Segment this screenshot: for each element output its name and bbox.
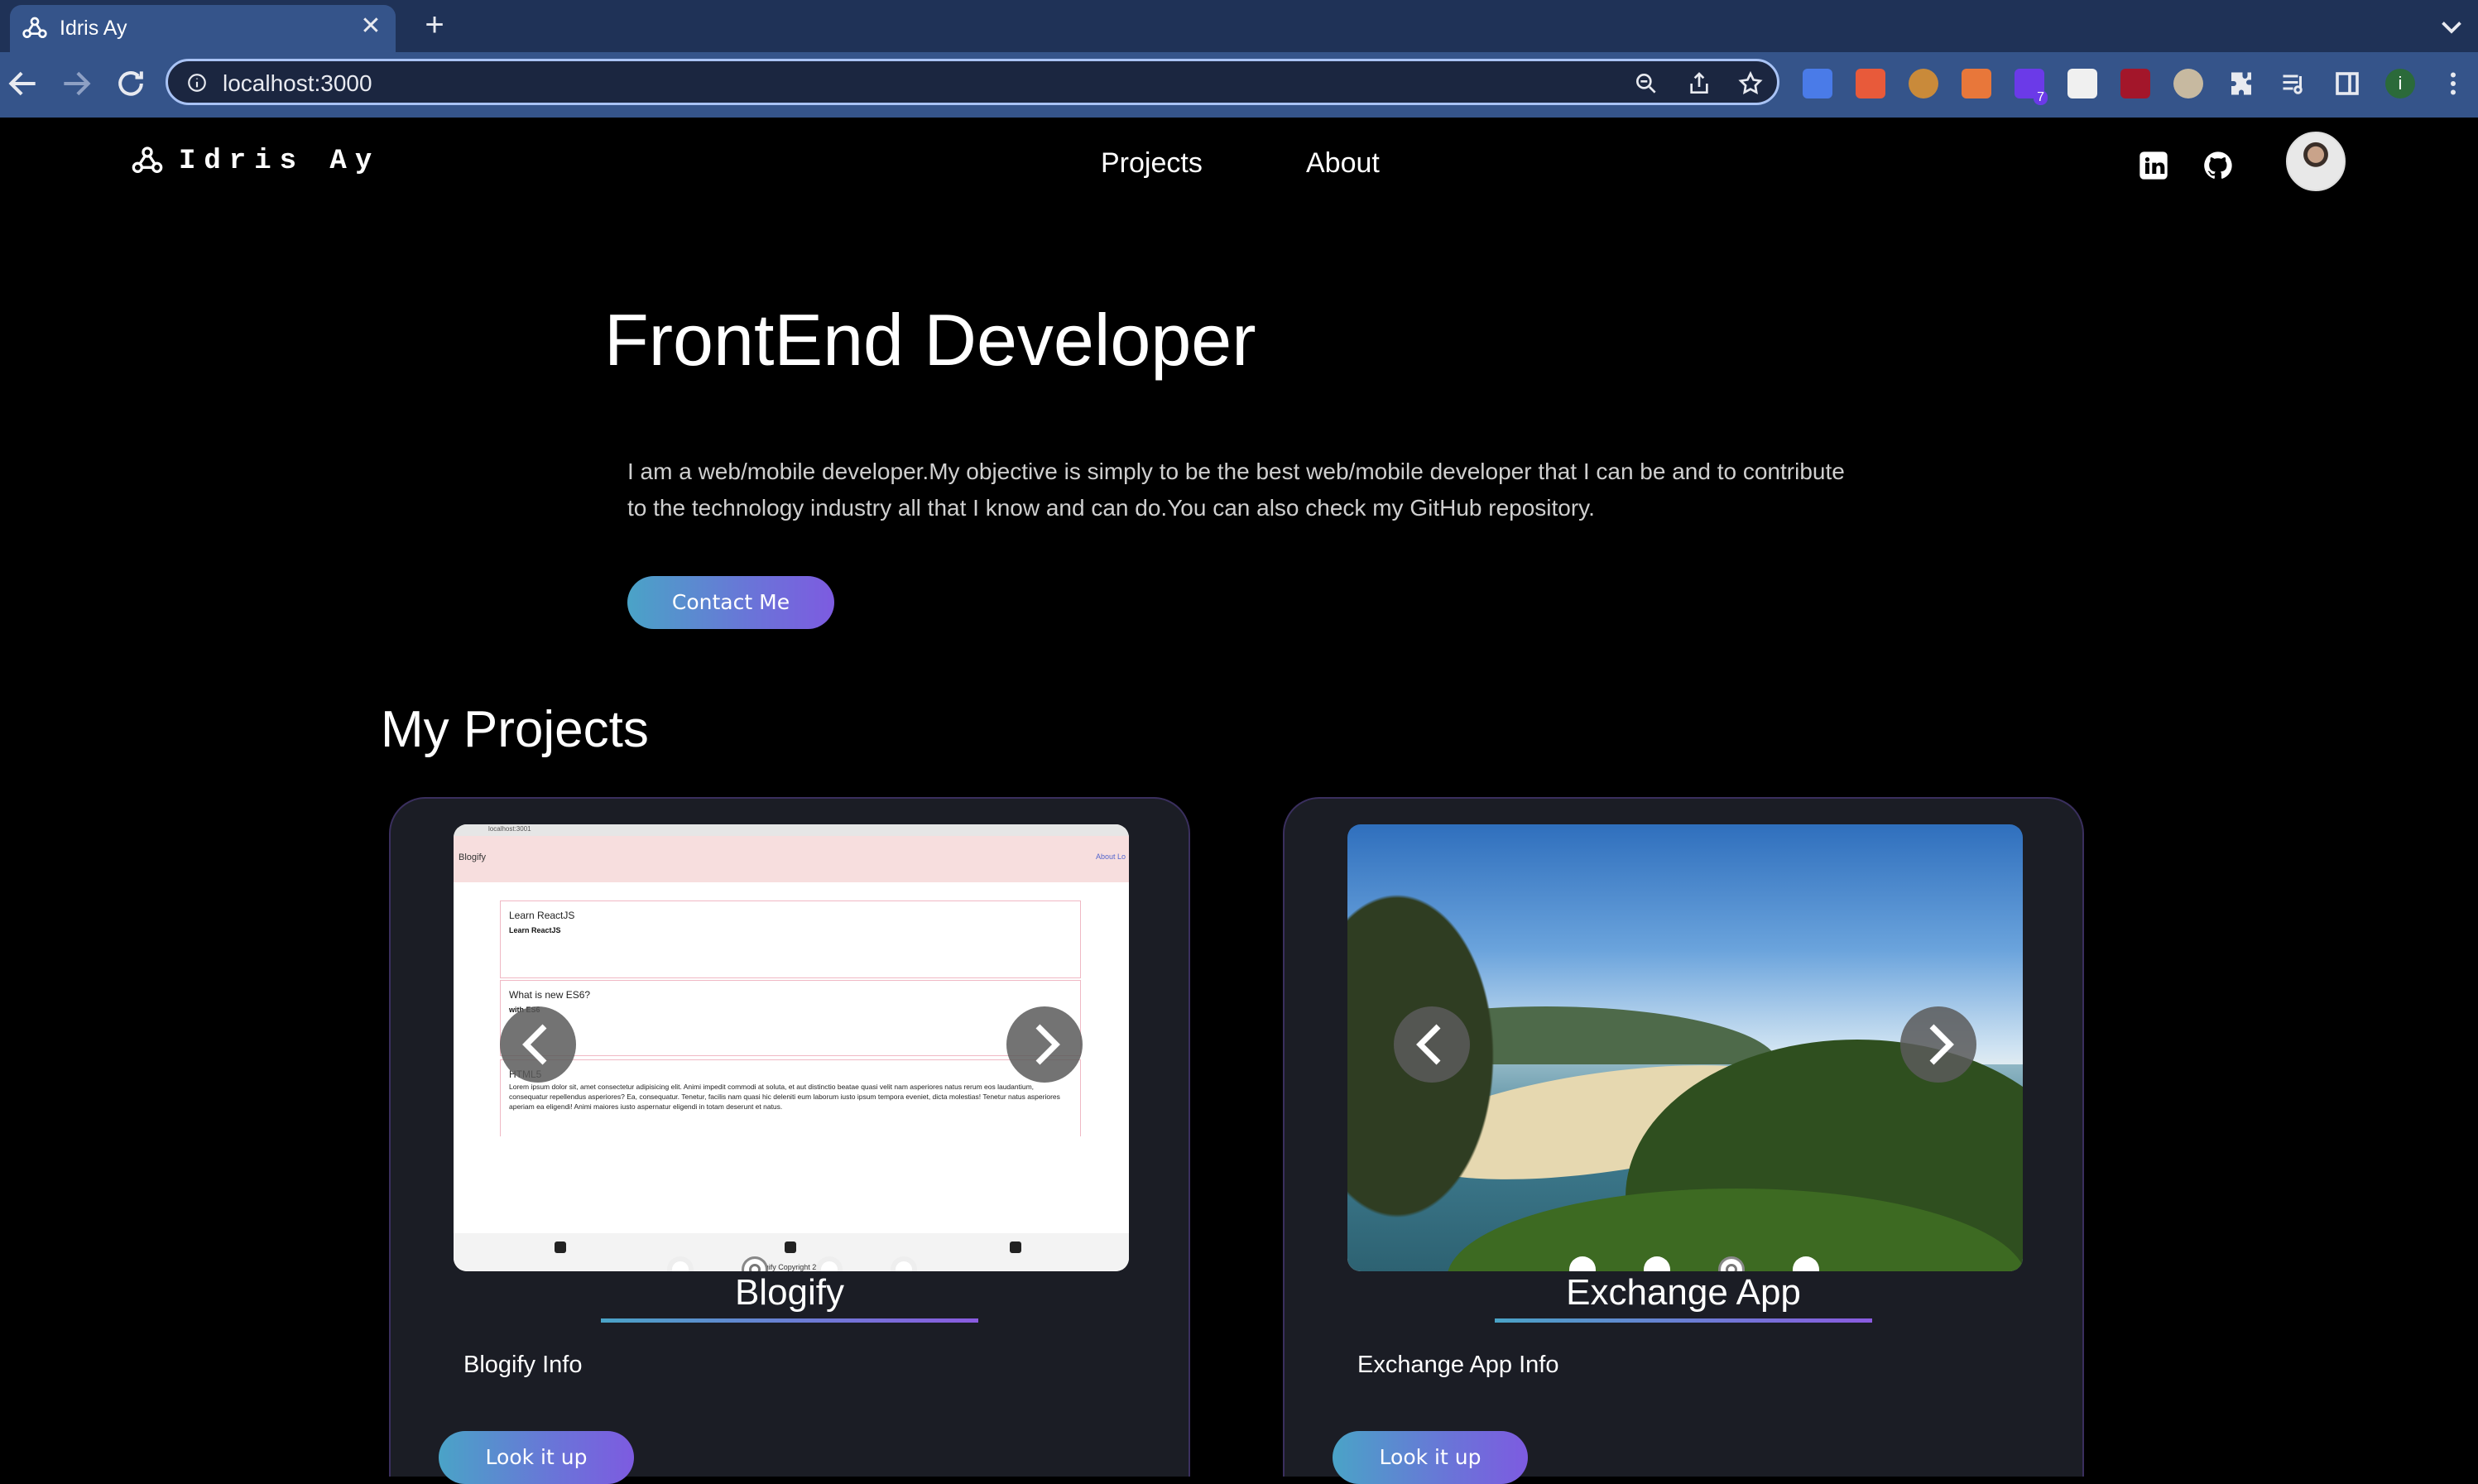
nav-link-about[interactable]: About bbox=[1306, 147, 1380, 180]
extension-icon[interactable]: 7 bbox=[2015, 69, 2048, 105]
puzzle-icon[interactable] bbox=[2226, 69, 2256, 98]
url-text: localhost:3000 bbox=[223, 70, 372, 96]
carousel-dot[interactable] bbox=[891, 1256, 917, 1271]
extension-icon[interactable] bbox=[2067, 69, 2097, 98]
back-arrow-icon[interactable] bbox=[5, 65, 41, 102]
browser-tab-bar: Idris Ay ✕ + bbox=[0, 0, 2478, 52]
address-bar[interactable]: localhost:3000 bbox=[166, 59, 1779, 105]
project-info: Exchange App Info bbox=[1357, 1352, 1559, 1378]
cookie-extension-icon[interactable] bbox=[1909, 69, 1938, 98]
project-title: Exchange App bbox=[1566, 1272, 1801, 1313]
site-header: Idris Ay Projects About bbox=[0, 118, 2478, 213]
project-card-exchange-app: Exchange App Exchange App Info Look it u… bbox=[1283, 797, 2084, 1484]
side-panel-icon[interactable] bbox=[2332, 69, 2362, 98]
extension-icon[interactable] bbox=[1962, 69, 1991, 98]
bookmark-star-icon[interactable] bbox=[1737, 70, 1764, 97]
translate-extension-icon[interactable] bbox=[1803, 69, 1832, 98]
project-title: Blogify bbox=[734, 1272, 845, 1313]
instagram-icon bbox=[555, 1241, 566, 1253]
extension-icon[interactable] bbox=[2173, 69, 2203, 98]
look-it-up-button[interactable]: Look it up bbox=[1333, 1431, 1528, 1484]
new-tab-button[interactable]: + bbox=[415, 7, 454, 45]
facebook-icon bbox=[785, 1241, 796, 1253]
post-title: What is new ES6? bbox=[509, 989, 591, 1001]
carousel-prev-icon[interactable] bbox=[1394, 1006, 1470, 1083]
zoom-icon[interactable] bbox=[1633, 70, 1659, 97]
contact-me-button[interactable]: Contact Me bbox=[627, 576, 834, 629]
screenshot-navbar: Blogify About Lo bbox=[454, 836, 1129, 882]
share-icon[interactable] bbox=[1686, 70, 1712, 97]
project-carousel[interactable] bbox=[1347, 824, 2023, 1271]
project-carousel[interactable]: localhost:3001 Blogify About Lo Learn Re… bbox=[454, 824, 1129, 1271]
project-info: Blogify Info bbox=[463, 1352, 583, 1378]
screenshot-post: HTML5 Lorem ipsum dolor sit, amet consec… bbox=[500, 1059, 1081, 1136]
reload-icon[interactable] bbox=[113, 65, 149, 102]
webhook-favicon-icon bbox=[22, 17, 47, 38]
ublock-icon[interactable] bbox=[2120, 69, 2150, 98]
look-it-up-button[interactable]: Look it up bbox=[439, 1431, 634, 1484]
title-underline bbox=[1495, 1318, 1872, 1323]
avatar[interactable] bbox=[2286, 132, 2346, 191]
extension-badge: 7 bbox=[2034, 90, 2048, 105]
carousel-dot[interactable] bbox=[1793, 1256, 1819, 1271]
screenshot-browser-bar: localhost:3001 bbox=[454, 824, 1129, 836]
browser-tab[interactable]: Idris Ay ✕ bbox=[10, 5, 396, 52]
webhook-logo-icon[interactable] bbox=[131, 144, 164, 177]
carousel-indicators bbox=[1347, 1256, 2023, 1271]
profile-avatar[interactable]: i bbox=[2385, 69, 2415, 98]
hero-description: I am a web/mobile developer.My objective… bbox=[627, 459, 1845, 521]
post-subtitle: Learn ReactJS bbox=[509, 926, 561, 934]
forward-arrow-icon[interactable] bbox=[58, 65, 94, 102]
chevron-down-icon[interactable] bbox=[2437, 12, 2466, 41]
screenshot-nav-links: About Lo bbox=[1095, 852, 1126, 861]
carousel-dot[interactable] bbox=[1644, 1256, 1670, 1271]
carousel-next-icon[interactable] bbox=[1900, 1006, 1976, 1083]
extension-icon[interactable] bbox=[1856, 69, 1885, 98]
nav-link-projects[interactable]: Projects bbox=[1101, 147, 1203, 180]
tab-title: Idris Ay bbox=[60, 17, 127, 40]
title-underline bbox=[601, 1318, 978, 1323]
carousel-dot-active[interactable] bbox=[742, 1256, 768, 1271]
linkedin-icon bbox=[1010, 1241, 1021, 1253]
linkedin-icon[interactable] bbox=[2137, 149, 2170, 182]
more-menu-icon[interactable] bbox=[2438, 69, 2468, 98]
browser-toolbar: localhost:3000 7 i bbox=[0, 52, 2478, 118]
screenshot-post: What is new ES6? with ES6 bbox=[500, 980, 1081, 1056]
screenshot-brand: Blogify bbox=[459, 852, 487, 862]
github-icon[interactable] bbox=[2202, 149, 2235, 182]
carousel-dot-active[interactable] bbox=[1718, 1256, 1745, 1271]
project-card-blogify: localhost:3001 Blogify About Lo Learn Re… bbox=[389, 797, 1190, 1484]
media-control-icon[interactable] bbox=[2279, 69, 2309, 98]
carousel-dot[interactable] bbox=[667, 1256, 694, 1271]
post-body: Lorem ipsum dolor sit, amet consectetur … bbox=[509, 1083, 1060, 1111]
carousel-indicators bbox=[454, 1256, 1129, 1271]
carousel-dot[interactable] bbox=[1569, 1256, 1596, 1271]
hero-title: FrontEnd Developer bbox=[604, 299, 1256, 381]
carousel-dot[interactable] bbox=[816, 1256, 843, 1271]
screenshot-post: Learn ReactJS Learn ReactJS bbox=[500, 900, 1081, 978]
carousel-prev-icon[interactable] bbox=[500, 1006, 576, 1083]
screenshot-url: localhost:3001 bbox=[488, 825, 531, 833]
projects-section-title: My Projects bbox=[381, 701, 649, 758]
site-info-icon[interactable] bbox=[186, 72, 208, 94]
close-tab-icon[interactable]: ✕ bbox=[356, 12, 386, 41]
logo-text[interactable]: Idris Ay bbox=[179, 146, 380, 177]
post-title: Learn ReactJS bbox=[509, 910, 575, 921]
carousel-next-icon[interactable] bbox=[1006, 1006, 1083, 1083]
